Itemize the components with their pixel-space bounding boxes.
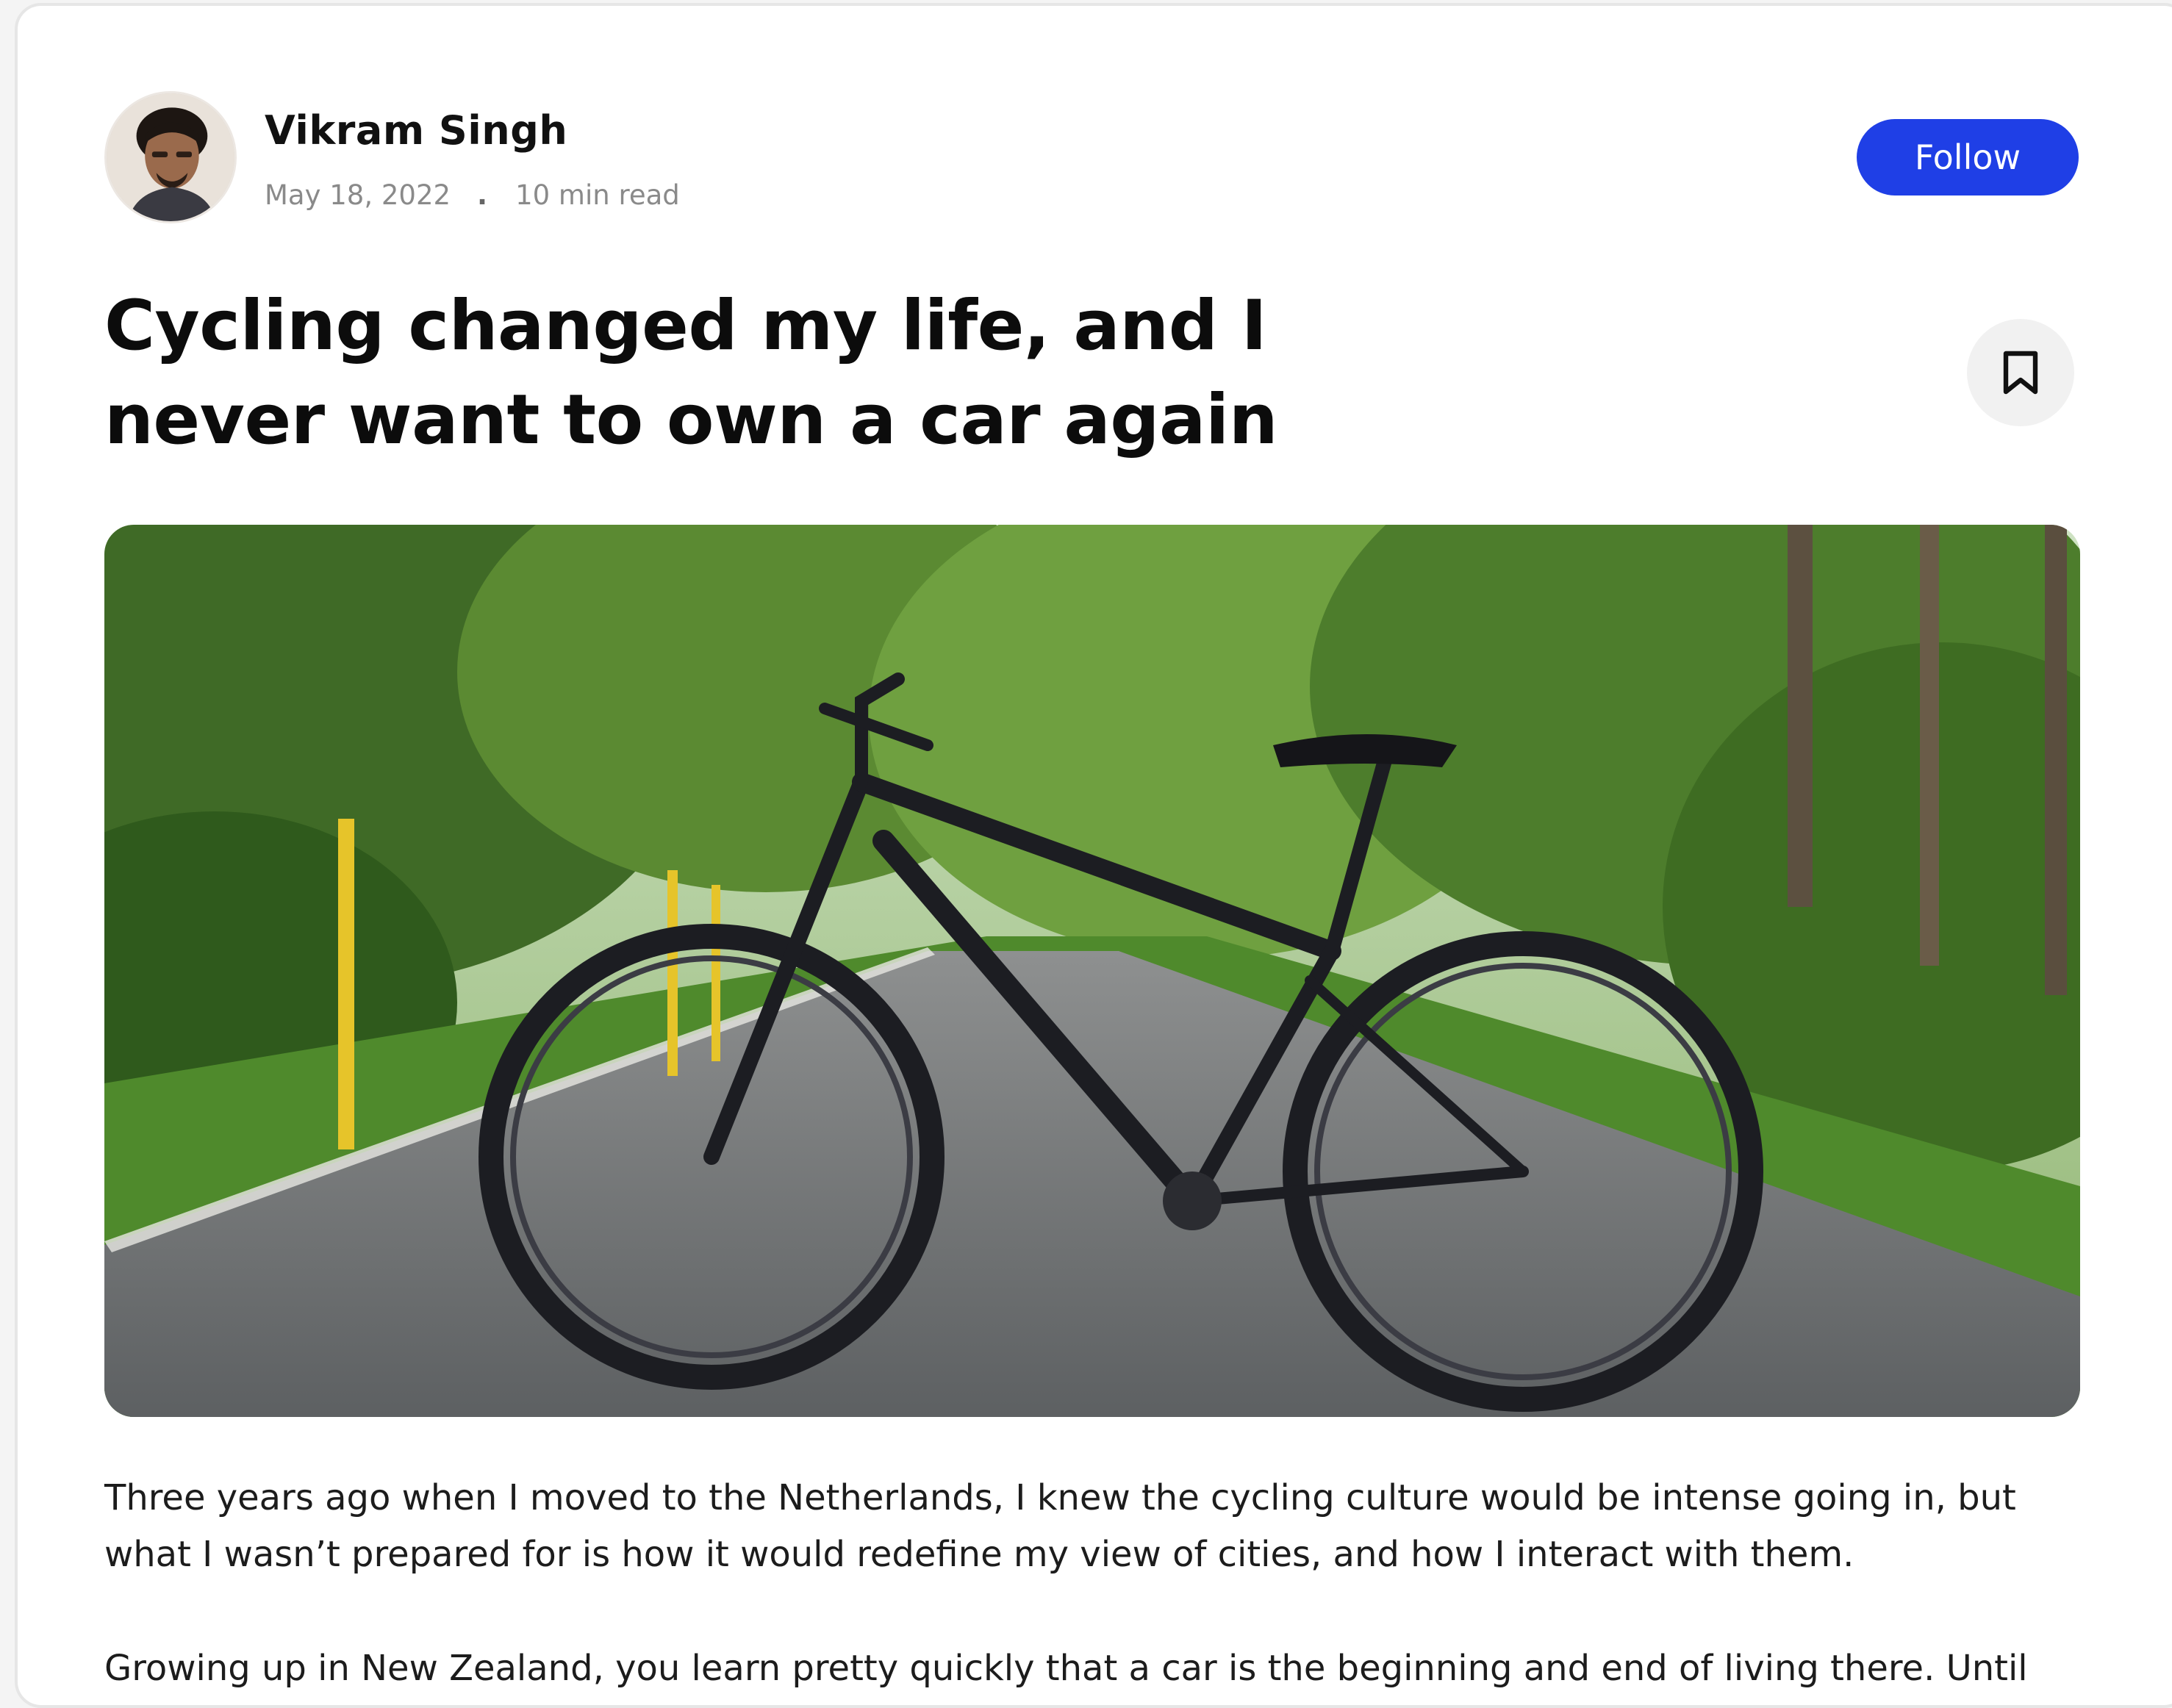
read-time: 10 min read — [515, 179, 680, 211]
avatar-image — [107, 93, 234, 221]
publish-date: May 18, 2022 — [265, 179, 451, 211]
article-title: Cycling changed my life, and I never wan… — [104, 286, 1278, 460]
article-card: Vikram Singh May 18, 2022 . 10 min read … — [15, 3, 2172, 1708]
author-avatar[interactable] — [104, 91, 237, 223]
author-name[interactable]: Vikram Singh — [265, 107, 567, 154]
meta-separator: . — [477, 179, 488, 211]
article-paragraph: Three years ago when I moved to the Neth… — [104, 1477, 2016, 1575]
follow-button[interactable]: Follow — [1857, 119, 2079, 195]
bicycle-photo — [104, 525, 2080, 1417]
hero-image — [104, 525, 2080, 1417]
article-paragraph: Growing up in New Zealand, you learn pre… — [104, 1648, 2028, 1689]
bookmark-icon — [2003, 351, 2038, 395]
bookmark-button[interactable] — [1967, 319, 2074, 426]
post-meta: May 18, 2022 . 10 min read — [265, 179, 680, 211]
